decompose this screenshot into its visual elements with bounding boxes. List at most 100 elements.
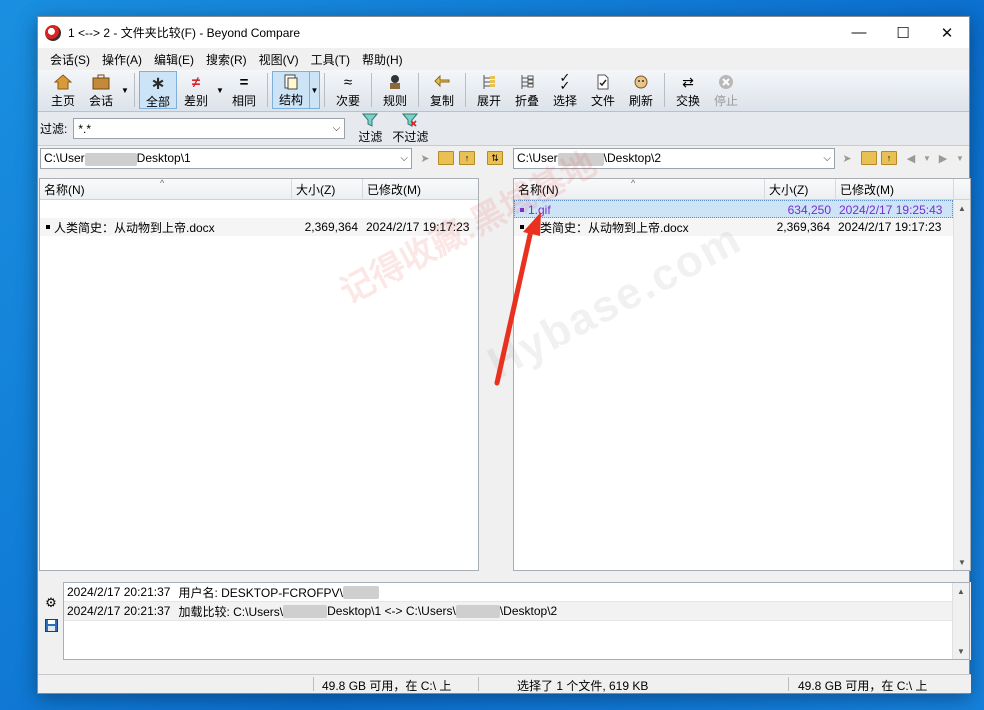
close-button[interactable]: ✕ [925,17,969,48]
status-separator [313,677,314,691]
log-line: 2024/2/17 20:21:37 加载比较: C:\Users\ Deskt… [64,602,969,621]
right-gif-size: 634,250 [787,203,831,217]
left-go-icon[interactable]: ➤ [417,151,433,165]
right-browse-folder-icon[interactable] [861,151,877,165]
maximize-button[interactable]: ☐ [881,17,925,48]
right-col-size[interactable]: 大小(Z) [765,179,836,200]
toolbar-separator [664,73,665,107]
path-row: C:\User Desktop\1 ⌵ ➤ ↑ ⇅ C:\User \Desktop… [38,146,969,171]
scroll-up-icon[interactable]: ▲ [953,583,969,599]
menu-session[interactable]: 会话(S) [44,51,96,68]
session-dropdown-arrow[interactable]: ▼ [120,71,130,109]
left-row-docx[interactable]: 人类简史：从动物到上帝.docx 2,369,364 2024/2/17 19:… [40,218,478,236]
menu-help[interactable]: 帮助(H) [356,51,409,68]
session-button[interactable]: 会话 [82,71,120,109]
log-icons: ⚙ [42,592,60,636]
left-path-input[interactable]: C:\User Desktop\1 ⌵ [40,148,412,169]
menu-edit[interactable]: 编辑(E) [148,51,200,68]
home-button[interactable]: 主页 [44,71,82,109]
filter-label: 过滤: [40,122,68,136]
left-swap-folder-icon[interactable]: ⇅ [487,151,503,165]
menu-view[interactable]: 视图(V) [253,51,305,68]
right-col-name[interactable]: 名称(N) [514,179,765,200]
back-icon[interactable]: ◀ [903,151,919,165]
toolbar-separator [324,73,325,107]
files-button[interactable]: 文件 [584,71,622,109]
no-filter-button[interactable]: 不过滤 [389,113,431,145]
menu-search[interactable]: 搜索(R) [200,51,253,68]
show-diffs-button[interactable]: ≠ 差别 [177,71,215,109]
forward-icon[interactable]: ▶ [935,151,951,165]
left-file-modified: 2024/2/17 19:17:23 [366,220,470,234]
log-output[interactable]: 2024/2/17 20:21:37 用户名: DESKTOP-FCROFPV\… [63,582,970,660]
gear-icon[interactable]: ⚙ [42,592,60,614]
left-col-modified[interactable]: 已修改(M) [363,179,478,200]
scroll-down-icon[interactable]: ▼ [953,643,969,659]
right-row-gif-selected[interactable]: 1.gif 634,250 2024/2/17 19:25:43 [514,200,953,218]
swap-button[interactable]: ⇄ 交换 [669,71,707,109]
right-file-modified: 2024/2/17 19:17:23 [838,220,942,234]
toolbar: 主页 会话 ▼ ∗ 全部 ≠ 差别 ▼ = 相同 结构 ▼ ≈ 次要 规则 复制… [38,70,969,112]
status-selection: 选择了 1 个文件, 619 KB [517,679,649,693]
filter-input[interactable]: *.* ⌵ [73,118,346,139]
log-scrollbar[interactable]: ▲ ▼ [952,583,969,659]
scroll-up-icon[interactable]: ▲ [954,200,970,216]
show-all-button[interactable]: ∗ 全部 [139,71,177,109]
menu-actions[interactable]: 操作(A) [96,51,148,68]
approx-icon: ≈ [343,73,353,91]
sort-ascending-icon: ^ [160,178,165,188]
right-pane-scrollbar[interactable]: ▲ ▼ [953,200,970,570]
right-go-icon[interactable]: ➤ [839,151,855,165]
forward-dropdown-icon[interactable]: ▼ [952,151,968,165]
left-column-header: 名称(N) ^ 大小(Z) 已修改(M) [40,179,478,200]
right-up-folder-icon[interactable]: ↑ [881,151,897,165]
chevron-down-icon[interactable]: ⌵ [400,153,408,164]
refresh-button[interactable]: 刷新 [622,71,660,109]
save-disk-icon[interactable] [42,614,60,636]
left-folder-pane[interactable]: 名称(N) ^ 大小(Z) 已修改(M) 人类简史：从动物到上帝.docx 2,… [39,178,479,571]
log-panel: ⚙ 2024/2/17 20:21:37 用户名: DESKTOP-FCROFP… [38,582,971,660]
expand-button[interactable]: 展开 [470,71,508,109]
minor-button[interactable]: ≈ 次要 [329,71,367,109]
back-dropdown-icon[interactable]: ▼ [919,151,935,165]
right-column-header: 名称(N) ^ 大小(Z) 已修改(M) [514,179,970,200]
right-folder-pane[interactable]: 名称(N) ^ 大小(Z) 已修改(M) 1.gif 634,250 2024/… [513,178,971,571]
file-bullet-icon [46,225,50,229]
collapse-button[interactable]: 折叠 [508,71,546,109]
left-up-folder-icon[interactable]: ↑ [459,151,475,165]
right-path-input[interactable]: C:\User \Desktop\2 ⌵ [513,148,835,169]
filter-value: *.* [78,121,92,136]
structure-dropdown-arrow[interactable]: ▼ [310,71,320,109]
right-row-docx[interactable]: 人类简史：从动物到上帝.docx 2,369,364 2024/2/17 19:… [514,218,953,236]
right-col-modified[interactable]: 已修改(M) [836,179,954,200]
stop-button[interactable]: 停止 [707,71,745,109]
redacted-username [557,152,604,166]
log-time: 2024/2/17 20:21:37 [67,604,171,618]
chevron-down-icon[interactable]: ⌵ [823,153,831,164]
minimize-button[interactable]: — [837,17,881,48]
chevron-down-icon[interactable]: ⌵ [333,123,341,134]
diffs-dropdown-arrow[interactable]: ▼ [215,71,225,109]
file-check-icon [592,73,614,91]
scroll-down-icon[interactable]: ▼ [954,554,970,570]
expand-tree-icon [478,73,500,91]
right-file-name: 人类简史：从动物到上帝.docx [520,218,689,236]
left-browse-folder-icon[interactable] [438,151,454,165]
filter-button[interactable]: 过滤 [351,113,389,145]
structure-button[interactable]: 结构 [272,71,310,109]
left-row-empty[interactable] [40,200,478,218]
copy-button[interactable]: 复制 [423,71,461,109]
menu-tools[interactable]: 工具(T) [305,51,356,68]
log-text: Desktop\1 <-> C:\Users\ [327,604,456,618]
filter-bar: 过滤: *.* ⌵ 过滤 不过滤 [38,112,969,146]
left-col-name[interactable]: 名称(N) [40,179,292,200]
left-col-size[interactable]: 大小(Z) [292,179,363,200]
asterisk-icon: ∗ [150,72,166,93]
rules-button[interactable]: 规则 [376,71,414,109]
redacted-username [84,152,137,166]
select-button[interactable]: ✓ ✓ 选择 [546,71,584,109]
show-same-button[interactable]: = 相同 [225,71,263,109]
left-path-text: C:\User Desktop\1 [44,151,191,166]
home-icon [52,73,74,91]
toolbar-separator [418,73,419,107]
